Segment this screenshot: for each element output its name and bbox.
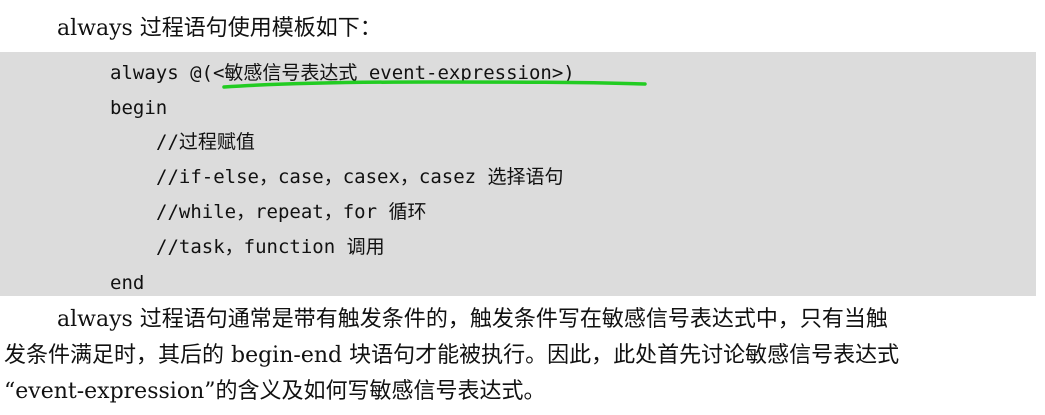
- code-comment-call: //task，function 调用: [156, 236, 385, 258]
- green-underline-annotation: [222, 80, 647, 89]
- paragraph-line-2: 发条件满足时，其后的 begin-end 块语句才能被执行。因此，此处首先讨论敏…: [4, 343, 900, 368]
- intro-text: always 过程语句使用模板如下：: [57, 16, 382, 41]
- code-comment-loop: //while，repeat，for 循环: [156, 201, 427, 223]
- code-line-begin: begin: [110, 97, 168, 119]
- paragraph-line-3: “event-expression”的含义及如何写敏感信号表达式。: [4, 379, 546, 404]
- paragraph-line-1: always 过程语句通常是带有触发条件的，触发条件写在敏感信号表达式中，只有当…: [57, 307, 888, 332]
- code-comment-select: //if-else，case，casex，casez 选择语句: [156, 166, 564, 188]
- code-line-end: end: [110, 272, 145, 294]
- code-comment-assign: //过程赋值: [156, 131, 255, 153]
- body-paragraph: always 过程语句通常是带有触发条件的，触发条件写在敏感信号表达式中，只有当…: [4, 302, 1040, 410]
